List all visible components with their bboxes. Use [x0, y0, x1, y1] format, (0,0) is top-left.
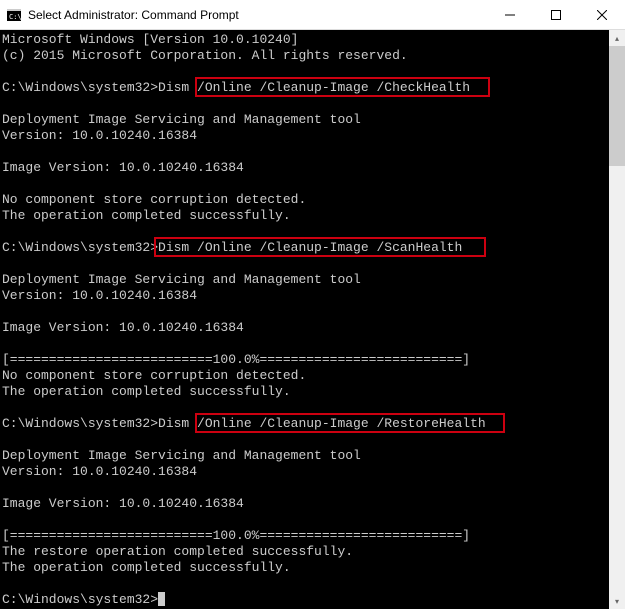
terminal-line: Version: 10.0.10240.16384	[2, 128, 607, 144]
close-button[interactable]	[579, 0, 625, 30]
terminal-line: The operation completed successfully.	[2, 560, 607, 576]
terminal-line: C:\Windows\system32>Dism /Online /Cleanu…	[2, 80, 607, 96]
scroll-track[interactable]	[609, 46, 625, 593]
terminal-line: Deployment Image Servicing and Managemen…	[2, 448, 607, 464]
scroll-down-button[interactable]: ▾	[609, 593, 625, 609]
terminal-line: Microsoft Windows [Version 10.0.10240]	[2, 32, 607, 48]
terminal-line	[2, 64, 607, 80]
terminal-line: No component store corruption detected.	[2, 368, 607, 384]
title-bar: C:\ Select Administrator: Command Prompt	[0, 0, 625, 30]
terminal-line: Version: 10.0.10240.16384	[2, 464, 607, 480]
maximize-button[interactable]	[533, 0, 579, 30]
terminal-line: C:\Windows\system32>Dism /Online /Cleanu…	[2, 240, 607, 256]
terminal-wrapper: Microsoft Windows [Version 10.0.10240](c…	[0, 30, 625, 609]
terminal-line: Image Version: 10.0.10240.16384	[2, 496, 607, 512]
scroll-up-button[interactable]: ▴	[609, 30, 625, 46]
terminal-line: No component store corruption detected.	[2, 192, 607, 208]
terminal-line	[2, 400, 607, 416]
terminal-line: The restore operation completed successf…	[2, 544, 607, 560]
terminal[interactable]: Microsoft Windows [Version 10.0.10240](c…	[0, 30, 609, 609]
minimize-button[interactable]	[487, 0, 533, 30]
terminal-line: Version: 10.0.10240.16384	[2, 288, 607, 304]
terminal-line	[2, 304, 607, 320]
terminal-line	[2, 480, 607, 496]
terminal-line	[2, 512, 607, 528]
window-controls	[487, 0, 625, 29]
terminal-line	[2, 224, 607, 240]
terminal-line	[2, 576, 607, 592]
terminal-line: C:\Windows\system32>	[2, 592, 607, 608]
cmd-icon: C:\	[6, 7, 22, 23]
terminal-line: The operation completed successfully.	[2, 208, 607, 224]
terminal-line: [==========================100.0%=======…	[2, 528, 607, 544]
cursor	[158, 592, 165, 606]
terminal-line	[2, 144, 607, 160]
terminal-line: C:\Windows\system32>Dism /Online /Cleanu…	[2, 416, 607, 432]
terminal-line: Deployment Image Servicing and Managemen…	[2, 272, 607, 288]
terminal-line	[2, 432, 607, 448]
terminal-line: (c) 2015 Microsoft Corporation. All righ…	[2, 48, 607, 64]
terminal-line	[2, 176, 607, 192]
terminal-line	[2, 336, 607, 352]
scroll-thumb[interactable]	[609, 46, 625, 166]
terminal-line: Image Version: 10.0.10240.16384	[2, 160, 607, 176]
terminal-line: Deployment Image Servicing and Managemen…	[2, 112, 607, 128]
svg-text:C:\: C:\	[9, 13, 22, 21]
terminal-line: Image Version: 10.0.10240.16384	[2, 320, 607, 336]
scrollbar[interactable]: ▴ ▾	[609, 30, 625, 609]
terminal-line	[2, 256, 607, 272]
terminal-line: The operation completed successfully.	[2, 384, 607, 400]
terminal-line	[2, 96, 607, 112]
window-title: Select Administrator: Command Prompt	[28, 8, 487, 22]
terminal-line: [==========================100.0%=======…	[2, 352, 607, 368]
